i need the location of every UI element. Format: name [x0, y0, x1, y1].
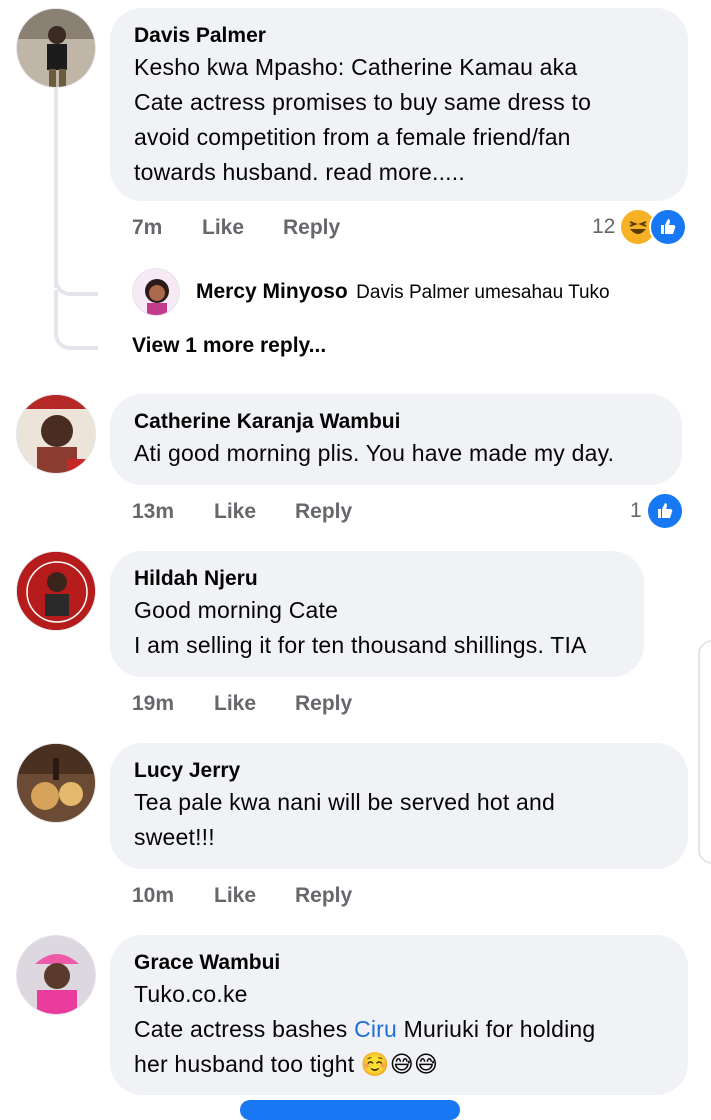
like-button[interactable]: Like	[214, 500, 256, 524]
timestamp[interactable]: 10m	[132, 884, 174, 908]
timestamp[interactable]: 13m	[132, 500, 174, 524]
comment-bubble[interactable]: Catherine Karanja Wambui Ati good mornin…	[110, 394, 682, 485]
view-more-replies[interactable]: View 1 more reply...	[132, 334, 326, 358]
avatar[interactable]	[16, 8, 96, 88]
commenter-name[interactable]: Catherine Karanja Wambui	[134, 408, 658, 436]
comment-bubble[interactable]: Lucy Jerry Tea pale kwa nani will be ser…	[110, 743, 688, 869]
reaction-summary[interactable]: 1	[630, 492, 684, 530]
reply-author[interactable]: Mercy Minyoso	[196, 280, 348, 303]
comment-text: Kesho kwa Mpasho: Catherine Kamau aka	[134, 54, 578, 80]
like-button[interactable]: Like	[214, 884, 256, 908]
comment-text-part: Cate actress bashes	[134, 1016, 355, 1042]
mention-link[interactable]: Ciru	[354, 1016, 397, 1042]
avatar[interactable]	[16, 743, 96, 823]
reaction-summary[interactable]: 12	[592, 208, 688, 246]
timestamp[interactable]: 19m	[132, 692, 174, 716]
comment-text: Good morning Cate	[134, 597, 339, 623]
timestamp[interactable]: 7m	[132, 216, 162, 240]
reply-button[interactable]: Reply	[283, 216, 340, 240]
comment-bubble[interactable]: Davis Palmer Kesho kwa Mpasho: Catherine…	[110, 8, 688, 201]
avatar[interactable]	[16, 551, 96, 631]
comment-text-part: her husband too tight	[134, 1051, 355, 1077]
thread-connector	[54, 290, 98, 350]
avatar[interactable]	[132, 268, 180, 316]
like-icon	[645, 492, 684, 530]
reply-button[interactable]: Reply	[295, 692, 352, 716]
avatar[interactable]	[16, 394, 96, 474]
reply-button[interactable]: Reply	[295, 500, 352, 524]
reply-button[interactable]: Reply	[295, 884, 352, 908]
comment-text: Ati good morning plis. You have made my …	[134, 440, 615, 466]
comment-bubble[interactable]: Grace Wambui Tuko.co.ke Cate actress bas…	[110, 935, 688, 1095]
emoji: 😅	[413, 1051, 439, 1077]
reply-row: Mercy Minyoso Davis Palmer umesahau Tuko	[196, 280, 610, 304]
comment-text: Cate actress bashes Ciru Muriuki for hol…	[134, 1012, 664, 1047]
comment-text: Tea pale kwa nani will be served hot and	[134, 789, 555, 815]
comment-text: I am selling it for ten thousand shillin…	[134, 632, 587, 658]
commenter-name[interactable]: Lucy Jerry	[134, 757, 664, 785]
comment-text: towards husband. read more.....	[134, 159, 465, 185]
reply-text: Davis Palmer umesahau Tuko	[356, 282, 610, 303]
comment-text-part: Muriuki for holding	[397, 1016, 596, 1042]
reaction-count: 12	[592, 215, 616, 238]
link-text[interactable]: Tuko.co.ke	[134, 977, 664, 1012]
comment-text: her husband too tight ☺️😅😅	[134, 1047, 664, 1082]
thread-connector	[54, 240, 98, 296]
comment-text: Cate actress promises to buy same dress …	[134, 89, 592, 115]
reaction-count: 1	[630, 499, 642, 522]
like-button[interactable]: Like	[214, 692, 256, 716]
comment-text: avoid competition from a female friend/f…	[134, 124, 571, 150]
comment-bubble[interactable]: Hildah Njeru Good morning Cate I am sell…	[110, 551, 644, 677]
avatar[interactable]	[16, 935, 96, 1015]
side-panel-edge	[698, 640, 711, 864]
emoji: 😅	[389, 1051, 414, 1077]
like-icon	[649, 208, 688, 246]
commenter-name[interactable]: Hildah Njeru	[134, 565, 620, 593]
commenter-name[interactable]: Davis Palmer	[134, 22, 664, 50]
commenter-name[interactable]: Grace Wambui	[134, 949, 664, 977]
comment-text: sweet!!!	[134, 824, 215, 850]
emoji: ☺️	[360, 1051, 390, 1077]
bottom-button-edge[interactable]	[240, 1100, 460, 1120]
like-button[interactable]: Like	[202, 216, 244, 240]
